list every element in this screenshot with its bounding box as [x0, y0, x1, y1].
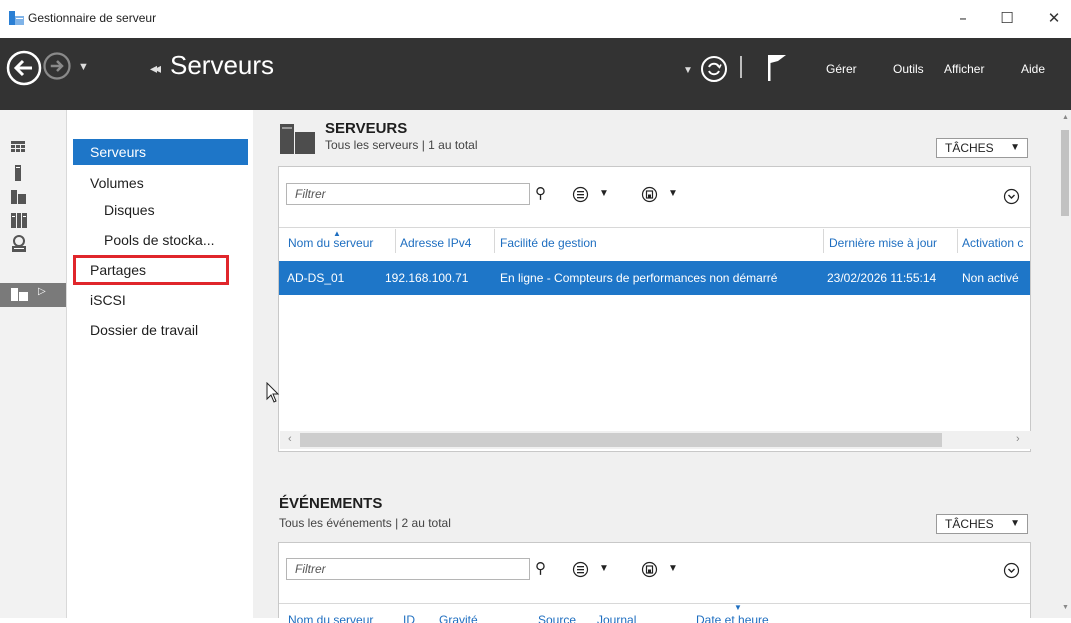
all-servers-icon[interactable]: [0, 185, 66, 207]
table-row[interactable]: AD-DS_01 192.168.100.71 En ligne - Compt…: [279, 261, 1030, 295]
mouse-cursor-icon: [266, 382, 280, 403]
col-header-server-name[interactable]: Nom du serveur: [288, 236, 373, 250]
expand-chevron-icon[interactable]: [1003, 188, 1020, 205]
events-tasks-button[interactable]: TÂCHES ▼: [936, 514, 1028, 534]
chevron-down-icon: ▼: [1010, 518, 1020, 529]
horizontal-scrollbar[interactable]: ‹ ›: [280, 431, 1031, 449]
expand-arrow-icon: ▷: [38, 286, 46, 297]
title-bar: Gestionnaire de serveur – ☐ ✕: [0, 0, 1071, 38]
servers-section-icon: [280, 124, 315, 154]
ad-ds-icon[interactable]: [0, 209, 66, 231]
left-icon-strip: ▷: [0, 110, 67, 618]
maximize-button[interactable]: ☐: [987, 4, 1027, 32]
local-server-icon[interactable]: [0, 162, 66, 184]
servers-tasks-button[interactable]: TÂCHES ▼: [936, 138, 1028, 158]
page-title: Serveurs: [170, 50, 275, 80]
save-query-dropdown-icon[interactable]: ▼: [668, 188, 678, 199]
col-header-id[interactable]: ID: [403, 613, 415, 623]
nav-item-storage-pools[interactable]: Pools de stocka...: [73, 227, 248, 253]
refresh-dropdown-icon[interactable]: ▼: [683, 65, 693, 76]
forward-arrow-icon[interactable]: [42, 51, 72, 81]
scroll-down-icon[interactable]: ▼: [1062, 604, 1069, 611]
history-dropdown-icon[interactable]: ▼: [78, 61, 89, 73]
save-query-icon[interactable]: [641, 561, 658, 578]
col-header-ipv4[interactable]: Adresse IPv4: [400, 236, 471, 250]
events-filter-input[interactable]: Filtrer: [286, 558, 530, 580]
sort-ascending-icon: ▲: [333, 229, 341, 238]
vertical-scrollbar[interactable]: ▲ ▼: [1059, 110, 1071, 618]
events-tasks-label: TÂCHES: [945, 517, 994, 531]
nav-item-servers[interactable]: Serveurs: [73, 139, 248, 165]
header-top-rule: [279, 227, 1030, 228]
scroll-right-icon[interactable]: ›: [1016, 433, 1020, 445]
nav-item-shares[interactable]: Partages: [73, 255, 229, 285]
col-header-severity[interactable]: Gravité: [439, 613, 478, 623]
events-section-subtitle: Tous les événements | 2 au total: [279, 516, 451, 530]
save-query-dropdown-icon[interactable]: ▼: [668, 563, 678, 574]
storage-nav-list: Serveurs Volumes Disques Pools de stocka…: [67, 110, 252, 618]
sort-descending-icon: ▼: [734, 603, 742, 612]
close-button[interactable]: ✕: [1034, 4, 1071, 32]
events-section-title: ÉVÉNEMENTS: [279, 495, 383, 512]
list-options-icon[interactable]: [572, 186, 589, 203]
notifications-flag-icon[interactable]: [766, 53, 788, 83]
search-icon[interactable]: ⚲: [535, 559, 546, 577]
menu-help[interactable]: Aide: [1021, 62, 1045, 76]
scroll-up-icon[interactable]: ▲: [1062, 114, 1069, 121]
cell-activation: Non activé: [962, 271, 1019, 285]
header-bar: ▼ ◂◂ Serveurs ▼ Gérer Outils Afficher Ai…: [0, 38, 1071, 110]
save-query-icon[interactable]: [641, 186, 658, 203]
col-header-manageability[interactable]: Facilité de gestion: [500, 236, 597, 250]
servers-section-title: SERVEURS: [325, 120, 408, 137]
col-header-server-name[interactable]: Nom du serveur: [288, 613, 373, 623]
servers-tasks-label: TÂCHES: [945, 141, 994, 155]
cell-manageability: En ligne - Compteurs de performances non…: [500, 271, 778, 285]
search-icon[interactable]: ⚲: [535, 184, 546, 202]
col-header-source[interactable]: Source: [538, 613, 576, 623]
header-separator: [740, 56, 742, 78]
col-header-activation[interactable]: Activation c: [962, 236, 1023, 250]
list-options-icon[interactable]: [572, 561, 589, 578]
scroll-thumb[interactable]: [300, 433, 942, 447]
minimize-button[interactable]: –: [943, 4, 983, 32]
scroll-thumb[interactable]: [1061, 130, 1069, 216]
col-header-last-update[interactable]: Dernière mise à jour: [829, 236, 937, 250]
window-title: Gestionnaire de serveur: [28, 11, 157, 25]
server-manager-app-icon: [9, 11, 24, 25]
nav-item-disks[interactable]: Disques: [73, 197, 248, 223]
list-options-dropdown-icon[interactable]: ▼: [599, 188, 609, 199]
nav-item-volumes[interactable]: Volumes: [73, 170, 248, 196]
chevron-down-icon: ▼: [1010, 142, 1020, 153]
cell-last-update: 23/02/2026 11:55:14: [827, 271, 937, 285]
cell-server-name: AD-DS_01: [287, 271, 345, 285]
events-table: Filtrer ⚲ ▼ ▼ Nom du serveur ID Gravité …: [278, 542, 1031, 623]
servers-section-subtitle: Tous les serveurs | 1 au total: [325, 138, 478, 152]
expand-chevron-icon[interactable]: [1003, 562, 1020, 579]
list-options-dropdown-icon[interactable]: ▼: [599, 563, 609, 574]
refresh-icon[interactable]: [700, 55, 728, 83]
servers-filter-input[interactable]: Filtrer: [286, 183, 530, 205]
breadcrumb-arrows-icon[interactable]: ◂◂: [150, 61, 161, 77]
nav-item-iscsi[interactable]: iSCSI: [73, 287, 248, 313]
dashboard-icon[interactable]: [0, 137, 66, 159]
col-header-date-time[interactable]: Date et heure: [696, 613, 769, 623]
back-arrow-icon[interactable]: [6, 50, 42, 86]
menu-tools[interactable]: Outils: [893, 62, 924, 76]
menu-manage[interactable]: Gérer: [826, 62, 857, 76]
events-header-row: Nom du serveur ID Gravité Source Journal…: [279, 609, 1030, 623]
dns-icon[interactable]: [0, 233, 66, 255]
scroll-left-icon[interactable]: ‹: [288, 433, 292, 445]
cell-ipv4: 192.168.100.71: [385, 271, 469, 285]
nav-item-work-folders[interactable]: Dossier de travail: [73, 317, 248, 343]
servers-table: Filtrer ⚲ ▼ ▼ Nom du serveur ▲ Adresse I…: [278, 166, 1031, 452]
col-header-log[interactable]: Journal: [597, 613, 636, 623]
file-storage-icon[interactable]: ▷: [0, 283, 66, 307]
menu-view[interactable]: Afficher: [944, 62, 984, 76]
